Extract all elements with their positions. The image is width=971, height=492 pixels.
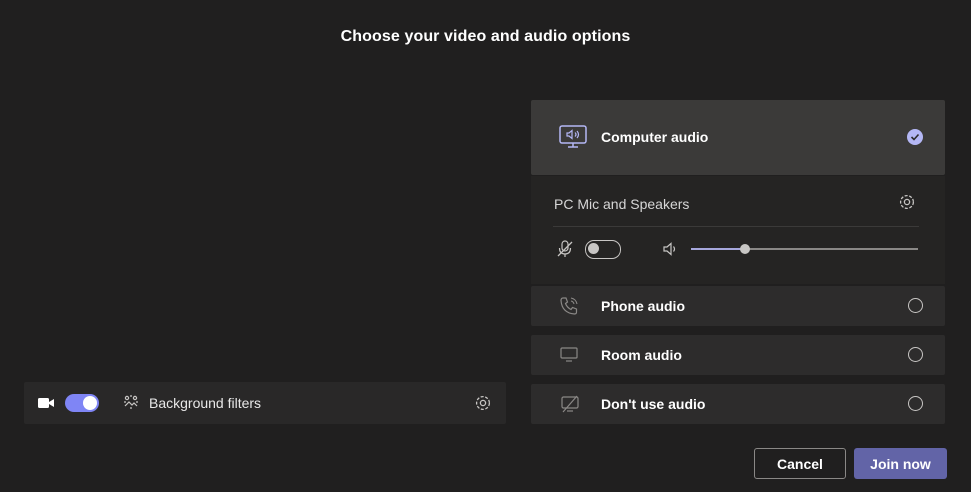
divider (553, 226, 919, 227)
audio-option-phone[interactable]: Phone audio (531, 286, 945, 326)
toggle-knob (83, 396, 97, 410)
audio-option-label: Phone audio (601, 298, 685, 314)
audio-option-none[interactable]: Don't use audio (531, 384, 945, 424)
volume-slider-fill (691, 248, 746, 250)
cancel-button[interactable]: Cancel (754, 448, 846, 479)
volume-slider-thumb[interactable] (740, 244, 751, 254)
audio-option-label: Computer audio (601, 129, 709, 145)
computer-speaker-icon (559, 125, 587, 148)
audio-option-label: Room audio (601, 347, 682, 363)
toggle-knob (588, 243, 599, 254)
audio-option-room[interactable]: Room audio (531, 335, 945, 375)
audio-option-label: Don't use audio (601, 396, 706, 412)
speaker-volume-icon (663, 242, 676, 256)
radio-button[interactable] (908, 347, 923, 362)
mic-toggle[interactable] (585, 240, 621, 259)
radio-button[interactable] (908, 298, 923, 313)
radio-button[interactable] (908, 396, 923, 411)
device-settings-gear-icon[interactable] (898, 193, 916, 211)
selected-check-icon (907, 129, 923, 145)
page-title: Choose your video and audio options (340, 28, 631, 45)
video-preview-toolbar: Background filters (24, 382, 506, 424)
audio-device-panel: PC Mic and Speakers (531, 176, 945, 284)
mic-muted-icon (557, 240, 573, 257)
room-display-icon (560, 347, 578, 362)
background-filters-icon[interactable] (123, 394, 139, 410)
no-audio-icon (561, 395, 579, 413)
camera-icon (38, 398, 54, 408)
camera-toggle[interactable] (65, 394, 99, 412)
device-label: PC Mic and Speakers (554, 196, 690, 212)
volume-slider[interactable] (691, 244, 918, 254)
join-now-button[interactable]: Join now (854, 448, 947, 479)
audio-option-computer[interactable]: Computer audio (531, 100, 945, 175)
phone-icon (560, 297, 578, 315)
gear-icon[interactable] (474, 394, 492, 412)
background-filters-label[interactable]: Background filters (149, 395, 261, 411)
